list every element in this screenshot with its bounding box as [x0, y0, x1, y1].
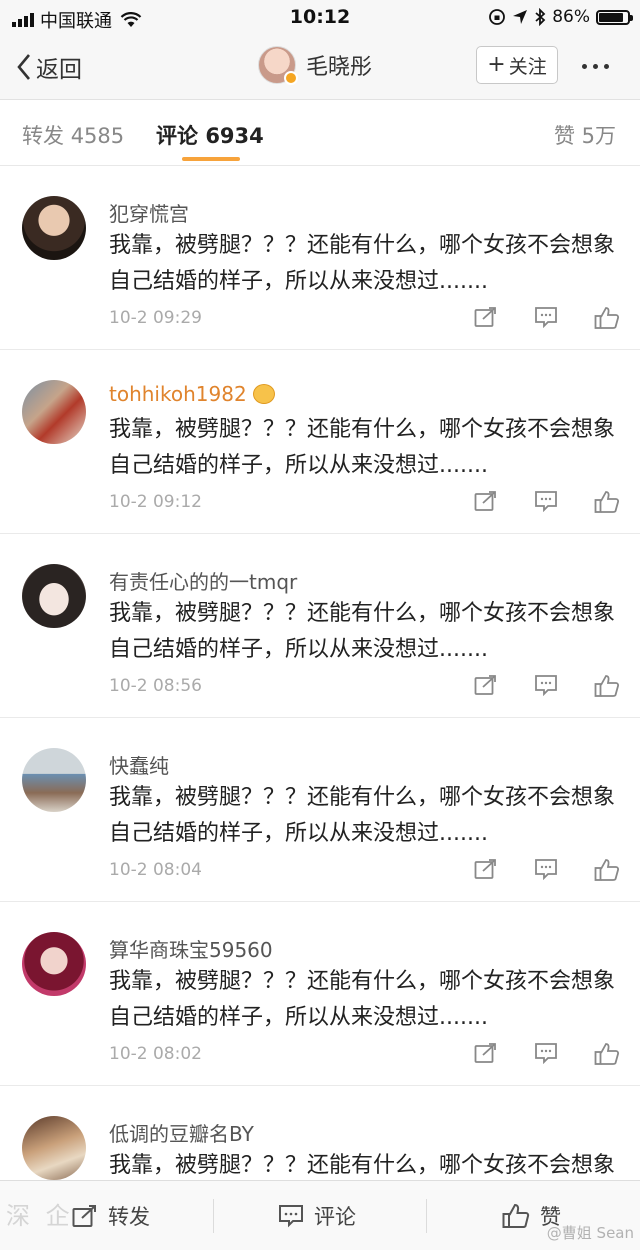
comment-actions [474, 306, 620, 330]
tab-comment[interactable]: 评论 6934 [156, 120, 264, 150]
verified-badge-icon [284, 71, 298, 85]
comment-text: 我靠，被劈腿？？？还能有什么，哪个女孩不会想象自己结婚的样子，所以从来没想过..… [109, 233, 616, 294]
like-icon[interactable] [594, 306, 620, 330]
watermark-left: 深 企 [6, 1202, 74, 1230]
bluetooth-icon [535, 8, 546, 26]
nav-bar: 返回 毛晓彤 + 关注 [0, 36, 640, 100]
tab-bar: 转发 4585 评论 6934 赞 5万 [0, 100, 640, 166]
back-label: 返回 [36, 57, 82, 83]
comment-icon[interactable] [534, 858, 558, 880]
avatar [258, 46, 298, 85]
follow-label: 关注 [508, 55, 547, 78]
comment-username[interactable]: 有责任心的的一tmqr [109, 566, 297, 595]
tab-active-indicator [182, 157, 240, 161]
comment-time: 10-2 08:02 [109, 1044, 202, 1064]
comment-icon [279, 1205, 303, 1228]
chevron-left-icon [17, 54, 30, 80]
tab-repost-label: 转发 [22, 124, 64, 148]
repost-button[interactable]: 转发 [72, 1201, 150, 1231]
repost-icon[interactable] [474, 674, 498, 696]
battery-icon [596, 9, 633, 25]
comment-username[interactable]: tohhikoh1982 [109, 382, 247, 406]
comment-text: 我靠，被劈腿？？？还能有什么，哪个女孩不会想象自己结婚的样子，所以从来没想过..… [109, 417, 616, 478]
tab-like-count: 5万 [581, 124, 616, 148]
avatar[interactable] [22, 932, 86, 996]
avatar[interactable] [22, 196, 86, 260]
comment-item: 犯穿慌宫 我靠，被劈腿？？？还能有什么，哪个女孩不会想象自己结婚的样子，所以从来… [0, 166, 640, 350]
repost-icon [72, 1205, 96, 1227]
tab-like[interactable]: 赞 5万 [554, 120, 616, 150]
comment-username[interactable]: 犯穿慌宫 [109, 198, 189, 227]
comment-text: 我靠，被劈腿？？？还能有什么，哪个女孩不会想象自己结婚的样子，所以从来没想过..… [109, 969, 616, 1030]
comment-actions [474, 490, 620, 514]
like-icon[interactable] [594, 1042, 620, 1066]
tab-comment-count: 6934 [205, 124, 264, 148]
battery-percent: 86% [552, 7, 590, 27]
comment-icon[interactable] [534, 1042, 558, 1064]
comment-icon[interactable] [534, 674, 558, 696]
like-icon [502, 1203, 530, 1228]
comment-time: 10-2 09:12 [109, 492, 202, 512]
comment-icon[interactable] [534, 490, 558, 512]
crown-badge-icon [252, 384, 275, 404]
avatar[interactable] [22, 748, 86, 812]
comment-button[interactable]: 评论 [278, 1201, 356, 1231]
comment-item: tohhikoh1982 我靠，被劈腿？？？还能有什么，哪个女孩不会想象自己结婚… [0, 350, 640, 534]
bottom-toolbar: 转发 评论 赞 [0, 1180, 640, 1250]
nav-user[interactable]: 毛晓彤 [258, 46, 373, 85]
comment-username-row: tohhikoh1982 [109, 382, 275, 406]
comment-actions [474, 1042, 620, 1066]
comment-actions [474, 674, 620, 698]
more-icon[interactable] [582, 64, 609, 69]
comment-text: 我靠，被劈腿？？？还能有什么，哪个女孩不会想象自己结婚的样子，所以从来没想过..… [109, 785, 616, 846]
comment-text: 我靠，被劈腿？？？还能有什么，哪个女孩不会想象自己结婚的样子，所以从来没想过..… [109, 601, 616, 662]
tab-repost[interactable]: 转发 4585 [22, 120, 124, 150]
status-right: 86% [488, 7, 633, 27]
comment-time: 10-2 08:04 [109, 860, 202, 880]
divider [426, 1199, 427, 1233]
avatar[interactable] [22, 380, 86, 444]
tab-like-label: 赞 [553, 124, 575, 148]
status-bar: 中国联通 10:12 86% [0, 0, 640, 36]
comment-username[interactable]: 算华商珠宝59560 [109, 934, 273, 963]
like-icon[interactable] [594, 674, 620, 698]
comment-actions [474, 858, 620, 882]
repost-label: 转发 [108, 1205, 150, 1229]
location-icon [513, 10, 528, 24]
tab-comment-label: 评论 [156, 124, 198, 148]
repost-icon[interactable] [474, 1042, 498, 1064]
back-button[interactable]: 返回 [16, 50, 82, 84]
divider [213, 1199, 214, 1233]
like-icon[interactable] [594, 858, 620, 882]
comment-username[interactable]: 快蠢纯 [109, 750, 169, 779]
watermark-right: @曹姐 Sean [546, 1224, 634, 1242]
avatar[interactable] [22, 1116, 86, 1180]
comment-time: 10-2 09:29 [109, 308, 202, 328]
comment-item: 有责任心的的一tmqr 我靠，被劈腿？？？还能有什么，哪个女孩不会想象自己结婚的… [0, 534, 640, 718]
plus-icon: + [487, 52, 506, 77]
like-icon[interactable] [594, 490, 620, 514]
comment-label: 评论 [314, 1205, 356, 1229]
nav-user-name: 毛晓彤 [306, 55, 373, 80]
avatar[interactable] [22, 564, 86, 628]
follow-button[interactable]: + 关注 [476, 46, 558, 84]
rotation-lock-icon [489, 9, 506, 25]
repost-icon[interactable] [474, 858, 498, 880]
repost-icon[interactable] [474, 306, 498, 328]
comment-icon[interactable] [534, 306, 558, 328]
comment-username[interactable]: 低调的豆瓣名BY [109, 1118, 254, 1147]
comment-time: 10-2 08:56 [109, 676, 202, 696]
comment-item: 快蠢纯 我靠，被劈腿？？？还能有什么，哪个女孩不会想象自己结婚的样子，所以从来没… [0, 718, 640, 902]
comment-item: 算华商珠宝59560 我靠，被劈腿？？？还能有什么，哪个女孩不会想象自己结婚的样… [0, 902, 640, 1086]
tab-repost-count: 4585 [70, 124, 125, 148]
repost-icon[interactable] [474, 490, 498, 512]
comment-list: 犯穿慌宫 我靠，被劈腿？？？还能有什么，哪个女孩不会想象自己结婚的样子，所以从来… [0, 166, 640, 1250]
